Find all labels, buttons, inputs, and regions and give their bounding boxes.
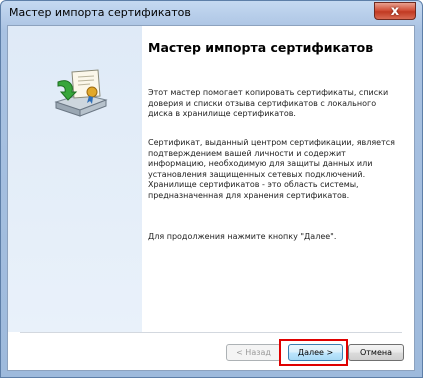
continue-instruction: Для продолжения нажмите кнопку "Далее".: [148, 232, 337, 241]
close-button[interactable]: x: [374, 2, 416, 20]
cancel-button[interactable]: Отмена: [348, 344, 404, 361]
certificate-import-icon: [54, 69, 108, 117]
button-separator: [20, 332, 402, 333]
wizard-heading: Мастер импорта сертификатов: [148, 40, 374, 55]
close-icon: x: [390, 3, 400, 19]
wizard-content: Мастер импорта сертификатов Этот мастер …: [148, 36, 404, 241]
title-bar[interactable]: Мастер импорта сертификатов x: [1, 1, 422, 25]
back-button[interactable]: < Назад: [226, 344, 281, 361]
dialog-window: Мастер импорта сертификатов x Мастер имп…: [0, 0, 423, 378]
wizard-side-panel: [8, 26, 142, 332]
wizard-body: Мастер импорта сертификатов Этот мастер …: [7, 25, 415, 371]
intro-paragraph: Этот мастер помогает копировать сертифик…: [148, 88, 389, 118]
certificate-description: Сертификат, выданный центром сертификаци…: [148, 138, 395, 200]
window-title: Мастер импорта сертификатов: [9, 6, 191, 19]
next-button-highlight: [279, 339, 348, 366]
